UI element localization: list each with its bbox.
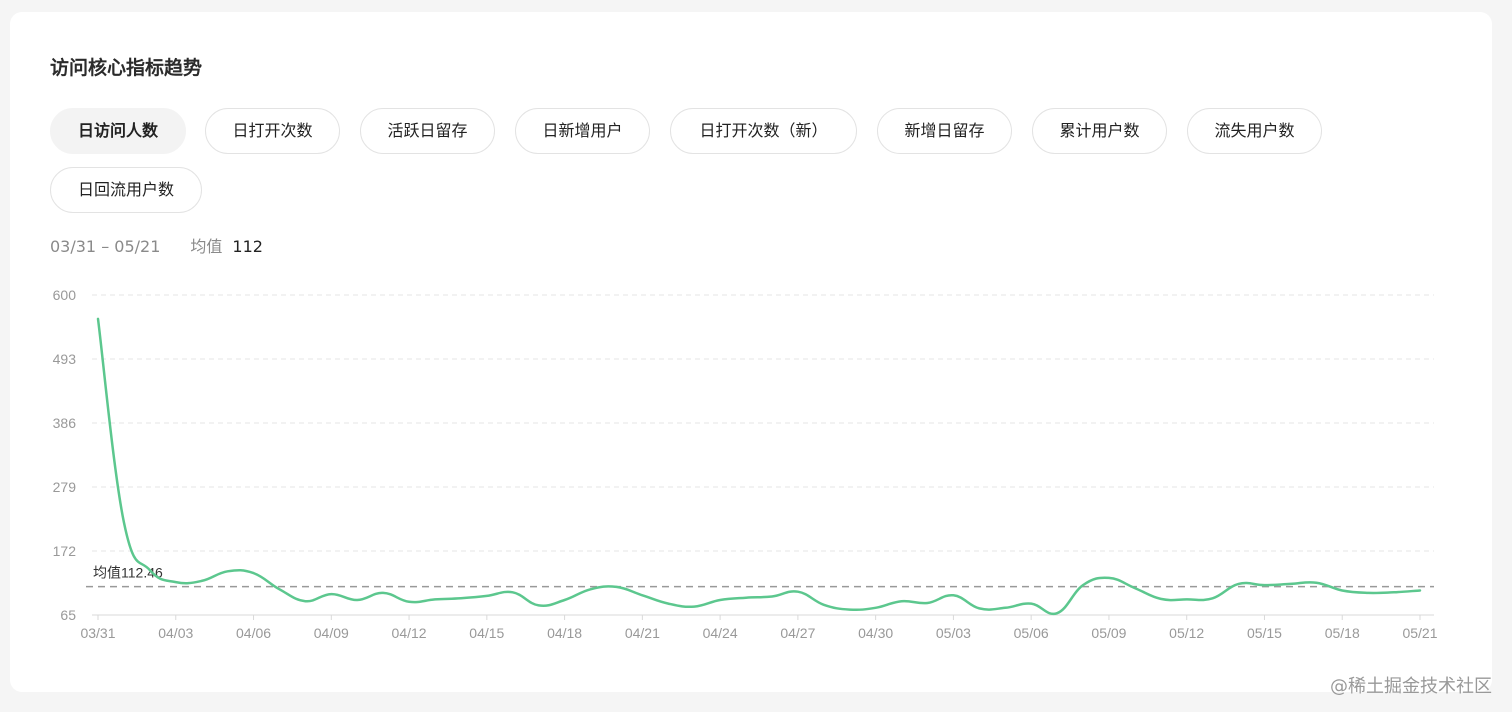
x-tick-label: 05/06	[1014, 625, 1049, 641]
x-tick-label: 05/03	[936, 625, 971, 641]
x-tick-label: 04/06	[236, 625, 271, 641]
x-tick-label: 05/09	[1091, 625, 1126, 641]
x-tick-label: 04/24	[703, 625, 738, 641]
x-tick-label: 05/21	[1402, 625, 1437, 641]
x-tick-label: 04/27	[780, 625, 815, 641]
y-tick-label: 600	[53, 287, 77, 303]
line-chart: 65 172 279 386 493 600 03/31 04/03 04/06 04/09 04/…	[53, 287, 1438, 641]
x-tick-label: 05/12	[1169, 625, 1204, 641]
x-tick-label: 05/15	[1247, 625, 1282, 641]
x-tick-label: 04/12	[392, 625, 427, 641]
x-tick-label: 04/15	[469, 625, 504, 641]
series-line	[96, 317, 1422, 616]
x-tick-label: 04/09	[314, 625, 349, 641]
x-tick-label: 03/31	[80, 625, 115, 641]
y-tick-label: 172	[53, 543, 77, 559]
x-tick-label: 04/30	[858, 625, 893, 641]
x-tick-label: 05/18	[1325, 625, 1360, 641]
y-tick-label: 386	[53, 415, 77, 431]
y-tick-label: 493	[53, 351, 77, 367]
watermark: @稀土掘金技术社区	[1330, 676, 1492, 697]
x-tick-label: 04/18	[547, 625, 582, 641]
x-tick-label: 04/03	[158, 625, 193, 641]
y-tick-label: 65	[60, 607, 76, 623]
y-tick-label: 279	[53, 479, 77, 495]
x-tick-label: 04/21	[625, 625, 660, 641]
